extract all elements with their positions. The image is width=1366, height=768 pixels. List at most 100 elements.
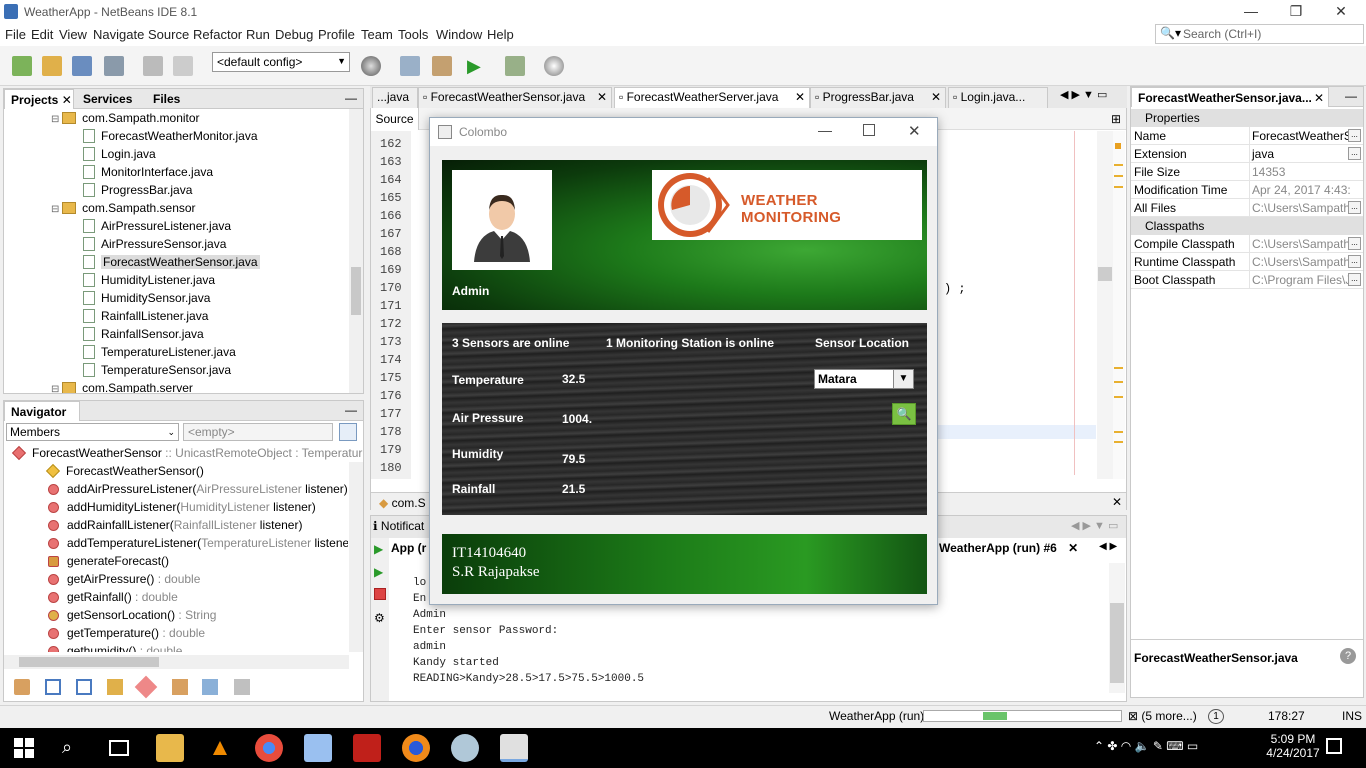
property-row[interactable]: Name ForecastWeatherSe......	[1131, 127, 1363, 145]
tree-package[interactable]: ⊟ com.Sampath.server	[51, 379, 193, 393]
collapse-icon[interactable]: ⊟	[51, 204, 62, 215]
menu-profile[interactable]: Profile	[318, 27, 355, 42]
acrobat-icon[interactable]	[353, 734, 381, 762]
tab-files[interactable]: Files	[147, 89, 207, 109]
close-icon[interactable]: ✕	[1112, 495, 1122, 509]
tab-java-overflow[interactable]: ...java	[372, 87, 418, 108]
collapse-icon[interactable]: ⊟	[51, 384, 62, 393]
tree-file[interactable]: MonitorInterface.java	[83, 163, 213, 181]
tree-file[interactable]: TemperatureListener.java	[83, 343, 236, 361]
notification-badge[interactable]: 1	[1208, 709, 1224, 724]
tray-icons[interactable]: ⌃ ✤ ◠ 🔈 ✎ ⌨ ▭	[1094, 739, 1198, 753]
tree-file[interactable]: TemperatureSensor.java	[83, 361, 231, 379]
static-icon[interactable]	[76, 679, 92, 695]
help-icon[interactable]: ?	[1340, 648, 1356, 664]
minimize-panel-icon[interactable]: —	[345, 91, 357, 105]
dialog-maximize-button[interactable]	[863, 124, 875, 136]
output-scrollbar[interactable]	[1109, 563, 1125, 693]
close-icon[interactable]: ✕	[597, 88, 607, 107]
navigator-member[interactable]: addHumidityListener(HumidityListener lis…	[48, 498, 316, 516]
redo-icon[interactable]	[173, 56, 193, 76]
navigator-member[interactable]: getSensorLocation() : String	[48, 606, 216, 624]
source-tab[interactable]: Source	[371, 108, 419, 130]
tree-file[interactable]: HumidityListener.java	[83, 271, 215, 289]
collapse-icon[interactable]: ⊟	[51, 114, 62, 125]
tree-file[interactable]: HumiditySensor.java	[83, 289, 210, 307]
expand-icon[interactable]: ⊞	[1111, 112, 1121, 126]
rerun-different-icon[interactable]: ▶	[374, 565, 383, 579]
new-file-icon[interactable]	[12, 56, 32, 76]
tool-icon[interactable]	[451, 734, 479, 762]
property-row[interactable]: Runtime Classpath C:\Users\Sampath......	[1131, 253, 1363, 271]
search-input[interactable]: 🔍▾ Search (Ctrl+I)	[1155, 24, 1364, 44]
search-button[interactable]: 🔍	[892, 403, 916, 425]
navigator-member[interactable]: gethumidity() : double	[48, 642, 182, 652]
clock[interactable]: 5:09 PM 4/24/2017	[1262, 732, 1324, 760]
tree-file[interactable]: RainfallListener.java	[83, 307, 208, 325]
properties-section[interactable]: Properties	[1131, 109, 1363, 127]
members-filter-select[interactable]: Members ⌄	[6, 423, 179, 441]
property-row[interactable]: Modification Time Apr 24, 2017 4:43:02...	[1131, 181, 1363, 199]
ellipsis-button[interactable]: ...	[1348, 129, 1361, 142]
menu-tools[interactable]: Tools	[398, 27, 428, 42]
scrollbar-thumb[interactable]	[351, 267, 361, 315]
local-classes-icon[interactable]	[134, 675, 158, 699]
ellipsis-button[interactable]: ...	[1348, 147, 1361, 160]
fqn-icon[interactable]	[172, 679, 188, 695]
tree-package[interactable]: ⊟ com.Sampath.monitor	[51, 109, 200, 127]
menu-run[interactable]: Run	[246, 27, 270, 42]
minimize-button[interactable]: —	[1228, 0, 1274, 23]
close-icon[interactable]: ✕	[931, 88, 941, 107]
minimize-panel-icon[interactable]: —	[345, 403, 357, 417]
minimize-panel-icon[interactable]: —	[1345, 89, 1357, 103]
warning-marker[interactable]	[1115, 143, 1121, 149]
navigator-member[interactable]: addRainfallListener(RainfallListener lis…	[48, 516, 302, 534]
config-select[interactable]: <default config> ▼	[212, 52, 350, 72]
search-icon[interactable]: ⌕	[62, 737, 72, 758]
file-explorer-icon[interactable]	[156, 734, 184, 762]
menu-view[interactable]: View	[59, 27, 87, 42]
navigator-member[interactable]: ForecastWeatherSensor()	[45, 462, 204, 480]
inherited-members-icon[interactable]	[14, 679, 30, 695]
empty-filter-select[interactable]: <empty>	[183, 423, 333, 441]
more-tasks-link[interactable]: ⊠ (5 more...)	[1128, 709, 1197, 723]
property-row[interactable]: Extension java...	[1131, 145, 1363, 163]
ellipsis-button[interactable]: ...	[1348, 237, 1361, 250]
navigator-scrollbar[interactable]	[349, 462, 363, 652]
dialog-minimize-button[interactable]: —	[818, 122, 832, 138]
sort-by-name-icon[interactable]	[202, 679, 218, 695]
virtualbox-icon[interactable]	[304, 734, 332, 762]
windows-start-icon[interactable]	[14, 738, 34, 758]
chevron-down-icon[interactable]: ▼	[893, 370, 913, 388]
tree-package[interactable]: ⊟ com.Sampath.sensor	[51, 199, 196, 217]
navigator-root[interactable]: ForecastWeatherSensor :: UnicastRemoteOb…	[11, 444, 362, 462]
tab-app-run[interactable]: App (r	[391, 541, 426, 555]
tab-navigator[interactable]: Navigator ✕	[4, 401, 80, 439]
rerun-icon[interactable]: ▶	[374, 542, 383, 556]
tree-file[interactable]: ForecastWeatherSensor.java	[83, 253, 260, 271]
menu-help[interactable]: Help	[487, 27, 514, 42]
profile-icon[interactable]	[544, 56, 564, 76]
ellipsis-button[interactable]: ...	[1348, 201, 1361, 214]
filter-icon[interactable]	[339, 423, 357, 441]
tab-forecastweathersensor[interactable]: ▫ ForecastWeatherSensor.java ✕	[418, 87, 612, 108]
editor-scrollbar[interactable]	[1097, 131, 1113, 479]
tree-file[interactable]: ProgressBar.java	[83, 181, 192, 199]
tab-services[interactable]: Services	[77, 89, 143, 109]
navigator-member[interactable]: addTemperatureListener(TemperatureListen…	[48, 534, 348, 552]
java-app-icon[interactable]	[500, 734, 528, 762]
ellipsis-button[interactable]: ...	[1348, 255, 1361, 268]
tree-file[interactable]: Login.java	[83, 145, 156, 163]
breadcrumb[interactable]: ◆ com.S	[379, 496, 426, 510]
scrollbar-thumb[interactable]	[19, 657, 159, 667]
clean-build-icon[interactable]	[432, 56, 452, 76]
menu-navigate[interactable]: Navigate	[93, 27, 144, 42]
stop-icon[interactable]	[374, 588, 386, 600]
run-icon[interactable]: ▶	[467, 56, 487, 76]
sort-by-source-icon[interactable]	[234, 679, 250, 695]
tree-file[interactable]: AirPressureListener.java	[83, 217, 231, 235]
scrollbar-thumb[interactable]	[1098, 267, 1112, 281]
navigator-member[interactable]: getAirPressure() : double	[48, 570, 200, 588]
navigator-member[interactable]: generateForecast()	[48, 552, 169, 570]
vlc-icon[interactable]: ▲	[206, 734, 234, 762]
